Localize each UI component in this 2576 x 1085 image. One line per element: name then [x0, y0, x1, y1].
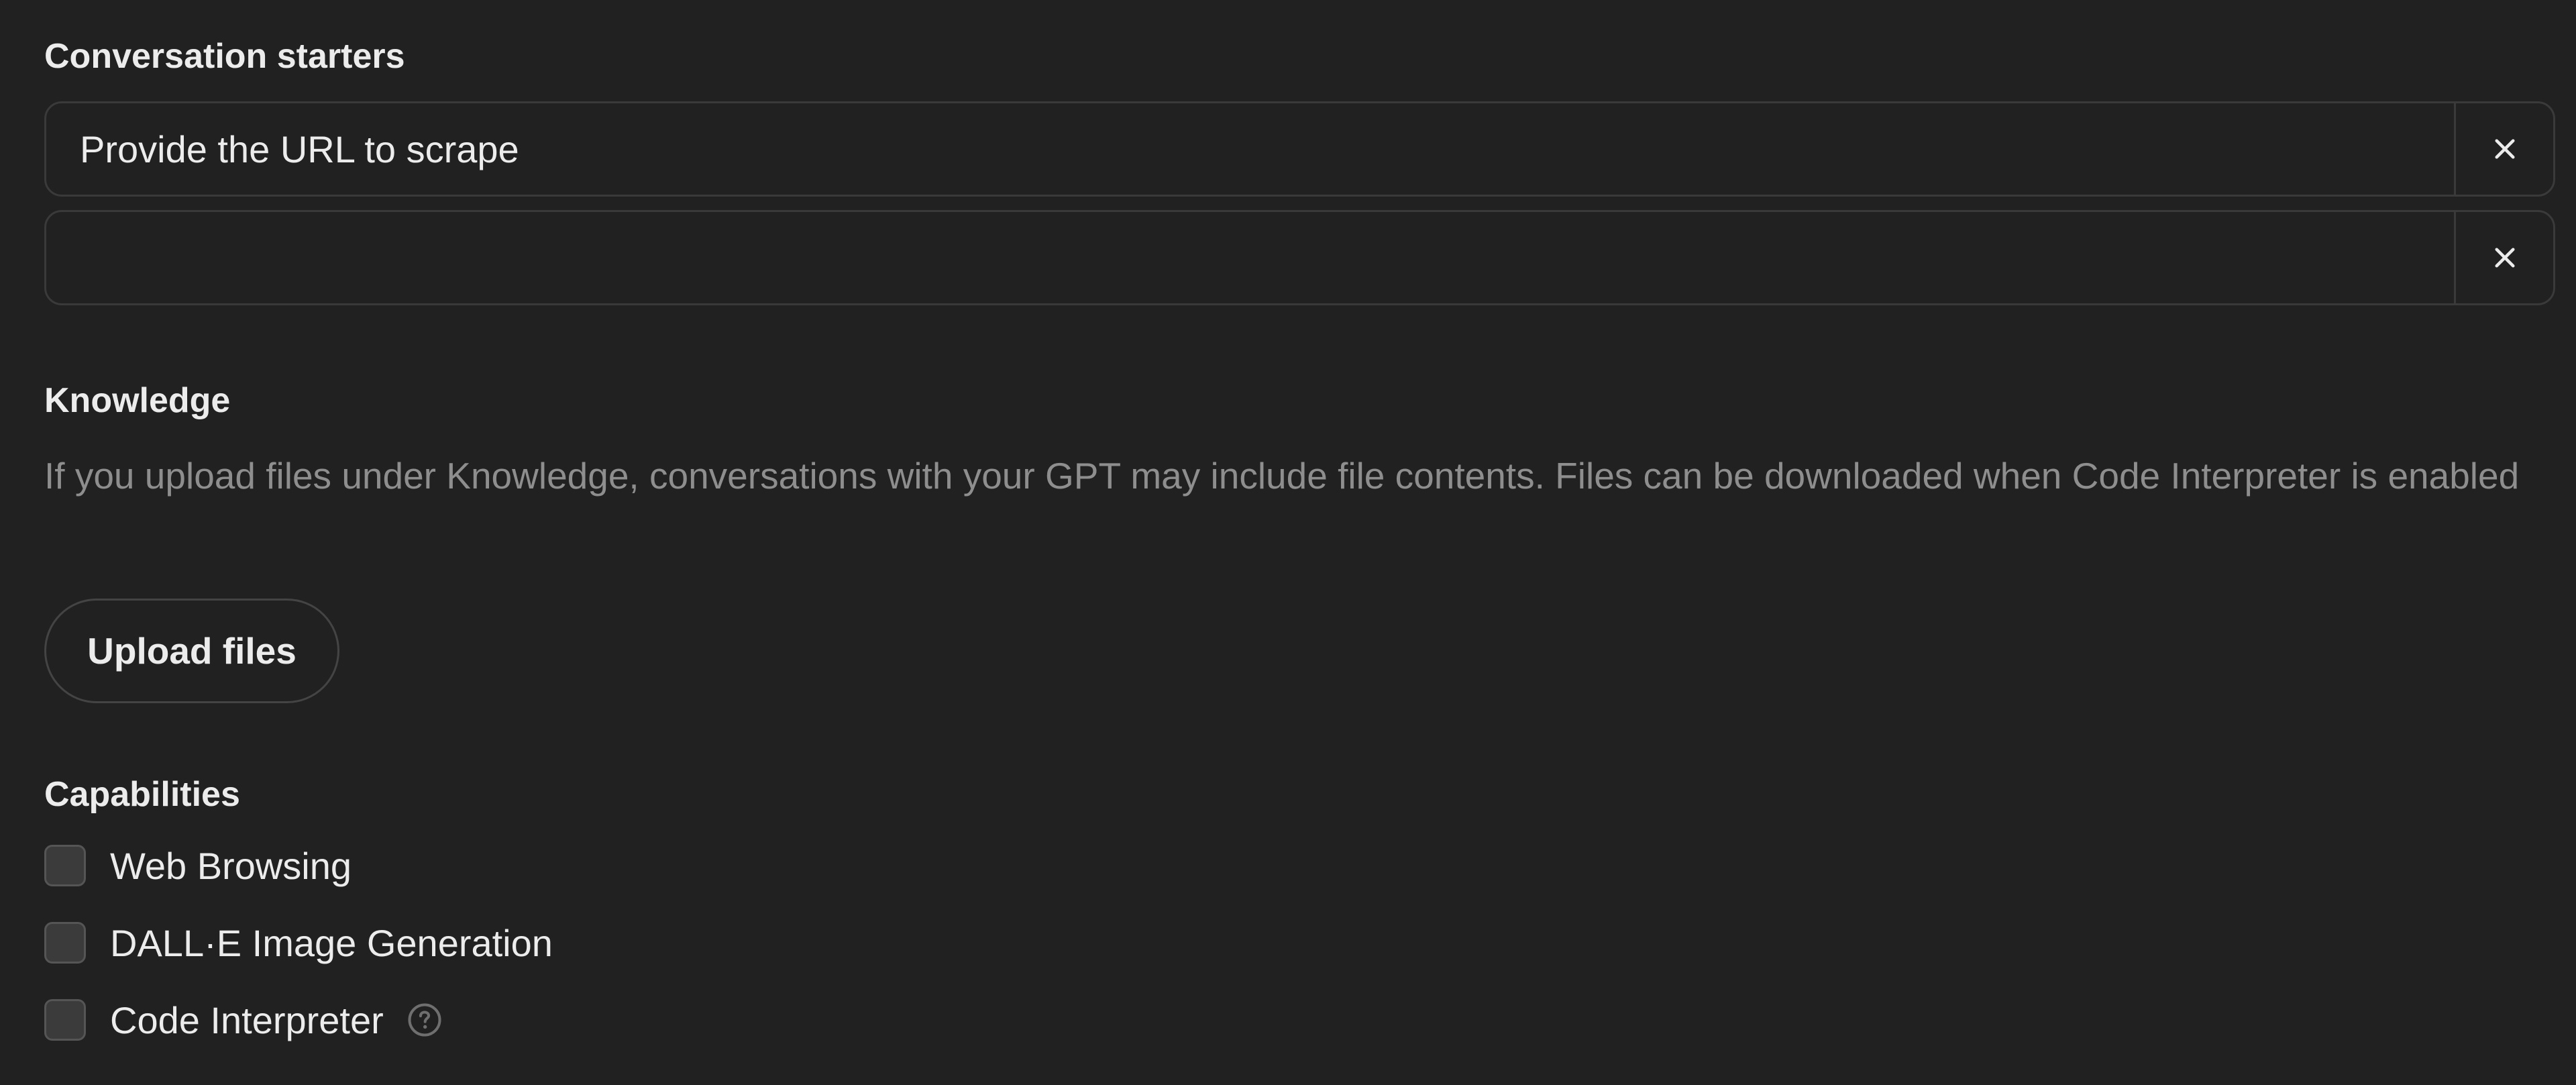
- capability-web-browsing[interactable]: Web Browsing: [44, 844, 352, 887]
- web-browsing-label: Web Browsing: [110, 844, 352, 887]
- conversation-starter-row-2: [44, 210, 2555, 305]
- capability-code-interpreter[interactable]: Code Interpreter: [44, 998, 443, 1041]
- upload-files-button[interactable]: Upload files: [44, 599, 339, 703]
- capability-dalle-image-generation[interactable]: DALL·E Image Generation: [44, 921, 553, 964]
- close-icon: [2494, 248, 2515, 268]
- conversation-starter-input-2[interactable]: [46, 212, 2454, 303]
- conversation-starters-heading: Conversation starters: [44, 37, 405, 76]
- close-icon: [2494, 139, 2515, 159]
- remove-starter-2-button[interactable]: [2454, 212, 2553, 303]
- knowledge-heading: Knowledge: [44, 381, 231, 420]
- code-interpreter-checkbox[interactable]: [44, 999, 86, 1041]
- code-interpreter-label: Code Interpreter: [110, 998, 384, 1041]
- conversation-starter-row-1: [44, 101, 2555, 197]
- web-browsing-checkbox[interactable]: [44, 845, 86, 886]
- conversation-starter-input-1[interactable]: [46, 103, 2454, 195]
- knowledge-description: If you upload files under Knowledge, con…: [44, 455, 2520, 497]
- question-mark-circle-icon[interactable]: [407, 1002, 443, 1038]
- capabilities-heading: Capabilities: [44, 775, 240, 814]
- remove-starter-1-button[interactable]: [2454, 103, 2553, 195]
- dalle-image-generation-checkbox[interactable]: [44, 922, 86, 964]
- dalle-image-generation-label: DALL·E Image Generation: [110, 921, 553, 964]
